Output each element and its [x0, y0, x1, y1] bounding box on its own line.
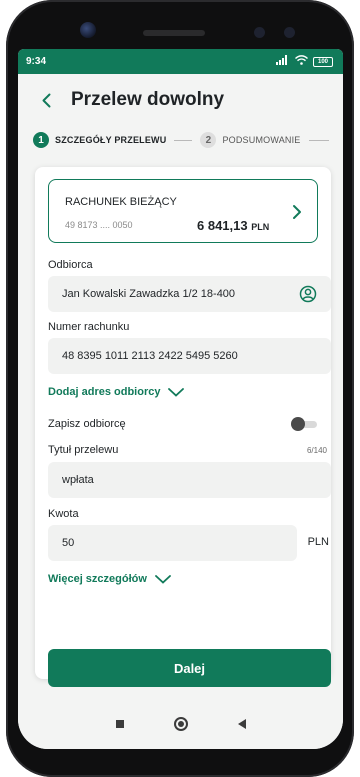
more-details-link[interactable]: Więcej szczegółów: [48, 573, 171, 585]
amount-currency: PLN: [307, 536, 329, 548]
chevron-down-icon: [168, 387, 185, 397]
contacts-icon[interactable]: [299, 285, 317, 303]
account-number-value: 48 8395 1011 2113 2422 5495 5260: [62, 350, 238, 362]
toggle-knob: [291, 417, 305, 431]
recipient-input[interactable]: Jan Kowalski Zawadzka 1/2 18-400: [48, 276, 331, 312]
light-sensor: [284, 27, 295, 38]
recipient-label: Odbiorca: [48, 259, 93, 271]
balance-currency: PLN: [251, 222, 270, 232]
home-button[interactable]: [173, 717, 188, 731]
account-number: 49 8173 .... 0050: [65, 220, 133, 230]
transfer-form-card: RACHUNEK BIEŻĄCY 49 8173 .... 0050 6 841…: [35, 167, 331, 687]
transfer-title-value: wpłata: [62, 474, 94, 486]
app-header: Przelew dowolny: [18, 74, 343, 126]
account-name: RACHUNEK BIEŻĄCY: [65, 196, 177, 208]
add-recipient-address-link[interactable]: Dodaj adres odbiorcy: [48, 386, 185, 398]
chevron-left-icon: [42, 93, 50, 107]
account-number-label: Numer rachunku: [48, 321, 130, 333]
amount-value: 50: [62, 537, 75, 549]
save-recipient-label: Zapisz odbiorcę: [48, 418, 126, 430]
next-button[interactable]: Dalej: [48, 649, 331, 687]
step-2-label: PODSUMOWANIE: [222, 135, 301, 145]
more-details-label: Więcej szczegółów: [48, 573, 147, 585]
app-screen: 9:34 100 Przelew dowolny 1 SZCZEGÓŁY PRZ…: [18, 49, 343, 749]
title-char-counter: 6/140: [306, 446, 327, 455]
step-1-label: SZCZEGÓŁY PRZELEWU: [55, 135, 167, 145]
battery-icon: 100: [313, 56, 333, 67]
step-2-indicator: 2: [200, 132, 217, 148]
account-number-input[interactable]: 48 8395 1011 2113 2422 5495 5260: [48, 338, 331, 374]
system-nav-bar: [18, 699, 343, 749]
chevron-right-icon: [293, 205, 301, 219]
recent-apps-button[interactable]: [115, 720, 124, 728]
signal-icon: [276, 55, 290, 68]
amount-input[interactable]: 50: [48, 525, 297, 561]
step-1-indicator: 1: [33, 132, 49, 148]
save-recipient-toggle[interactable]: [291, 417, 319, 431]
recipient-value: Jan Kowalski Zawadzka 1/2 18-400: [62, 288, 236, 300]
balance-amount: 6 841,13: [197, 218, 248, 233]
phone-frame: 9:34 100 Przelew dowolny 1 SZCZEGÓŁY PRZ…: [6, 0, 354, 777]
wifi-icon: [295, 55, 308, 68]
step-divider-tail: [308, 139, 329, 141]
source-account-selector[interactable]: RACHUNEK BIEŻĄCY 49 8173 .... 0050 6 841…: [48, 179, 318, 243]
account-balance: 6 841,13 PLN: [197, 218, 269, 233]
transfer-title-label: Tytuł przelewu: [48, 444, 119, 456]
home-icon: [177, 721, 184, 727]
back-button[interactable]: [36, 88, 56, 112]
front-camera: [80, 22, 96, 38]
step-divider: [174, 139, 193, 141]
amount-label: Kwota: [48, 508, 79, 520]
stepper: 1 SZCZEGÓŁY PRZELEWU 2 PODSUMOWANIE: [18, 126, 343, 154]
proximity-sensor: [254, 27, 265, 38]
transfer-title-input[interactable]: wpłata: [48, 462, 331, 498]
status-time: 9:34: [26, 56, 47, 67]
status-bar: 9:34 100: [18, 49, 343, 74]
system-back-button[interactable]: [237, 719, 246, 729]
earpiece-speaker: [143, 30, 205, 36]
status-icons: 100: [276, 55, 333, 68]
chevron-down-icon: [155, 574, 171, 584]
add-address-label: Dodaj adres odbiorcy: [48, 386, 161, 398]
page-title: Przelew dowolny: [71, 89, 225, 110]
